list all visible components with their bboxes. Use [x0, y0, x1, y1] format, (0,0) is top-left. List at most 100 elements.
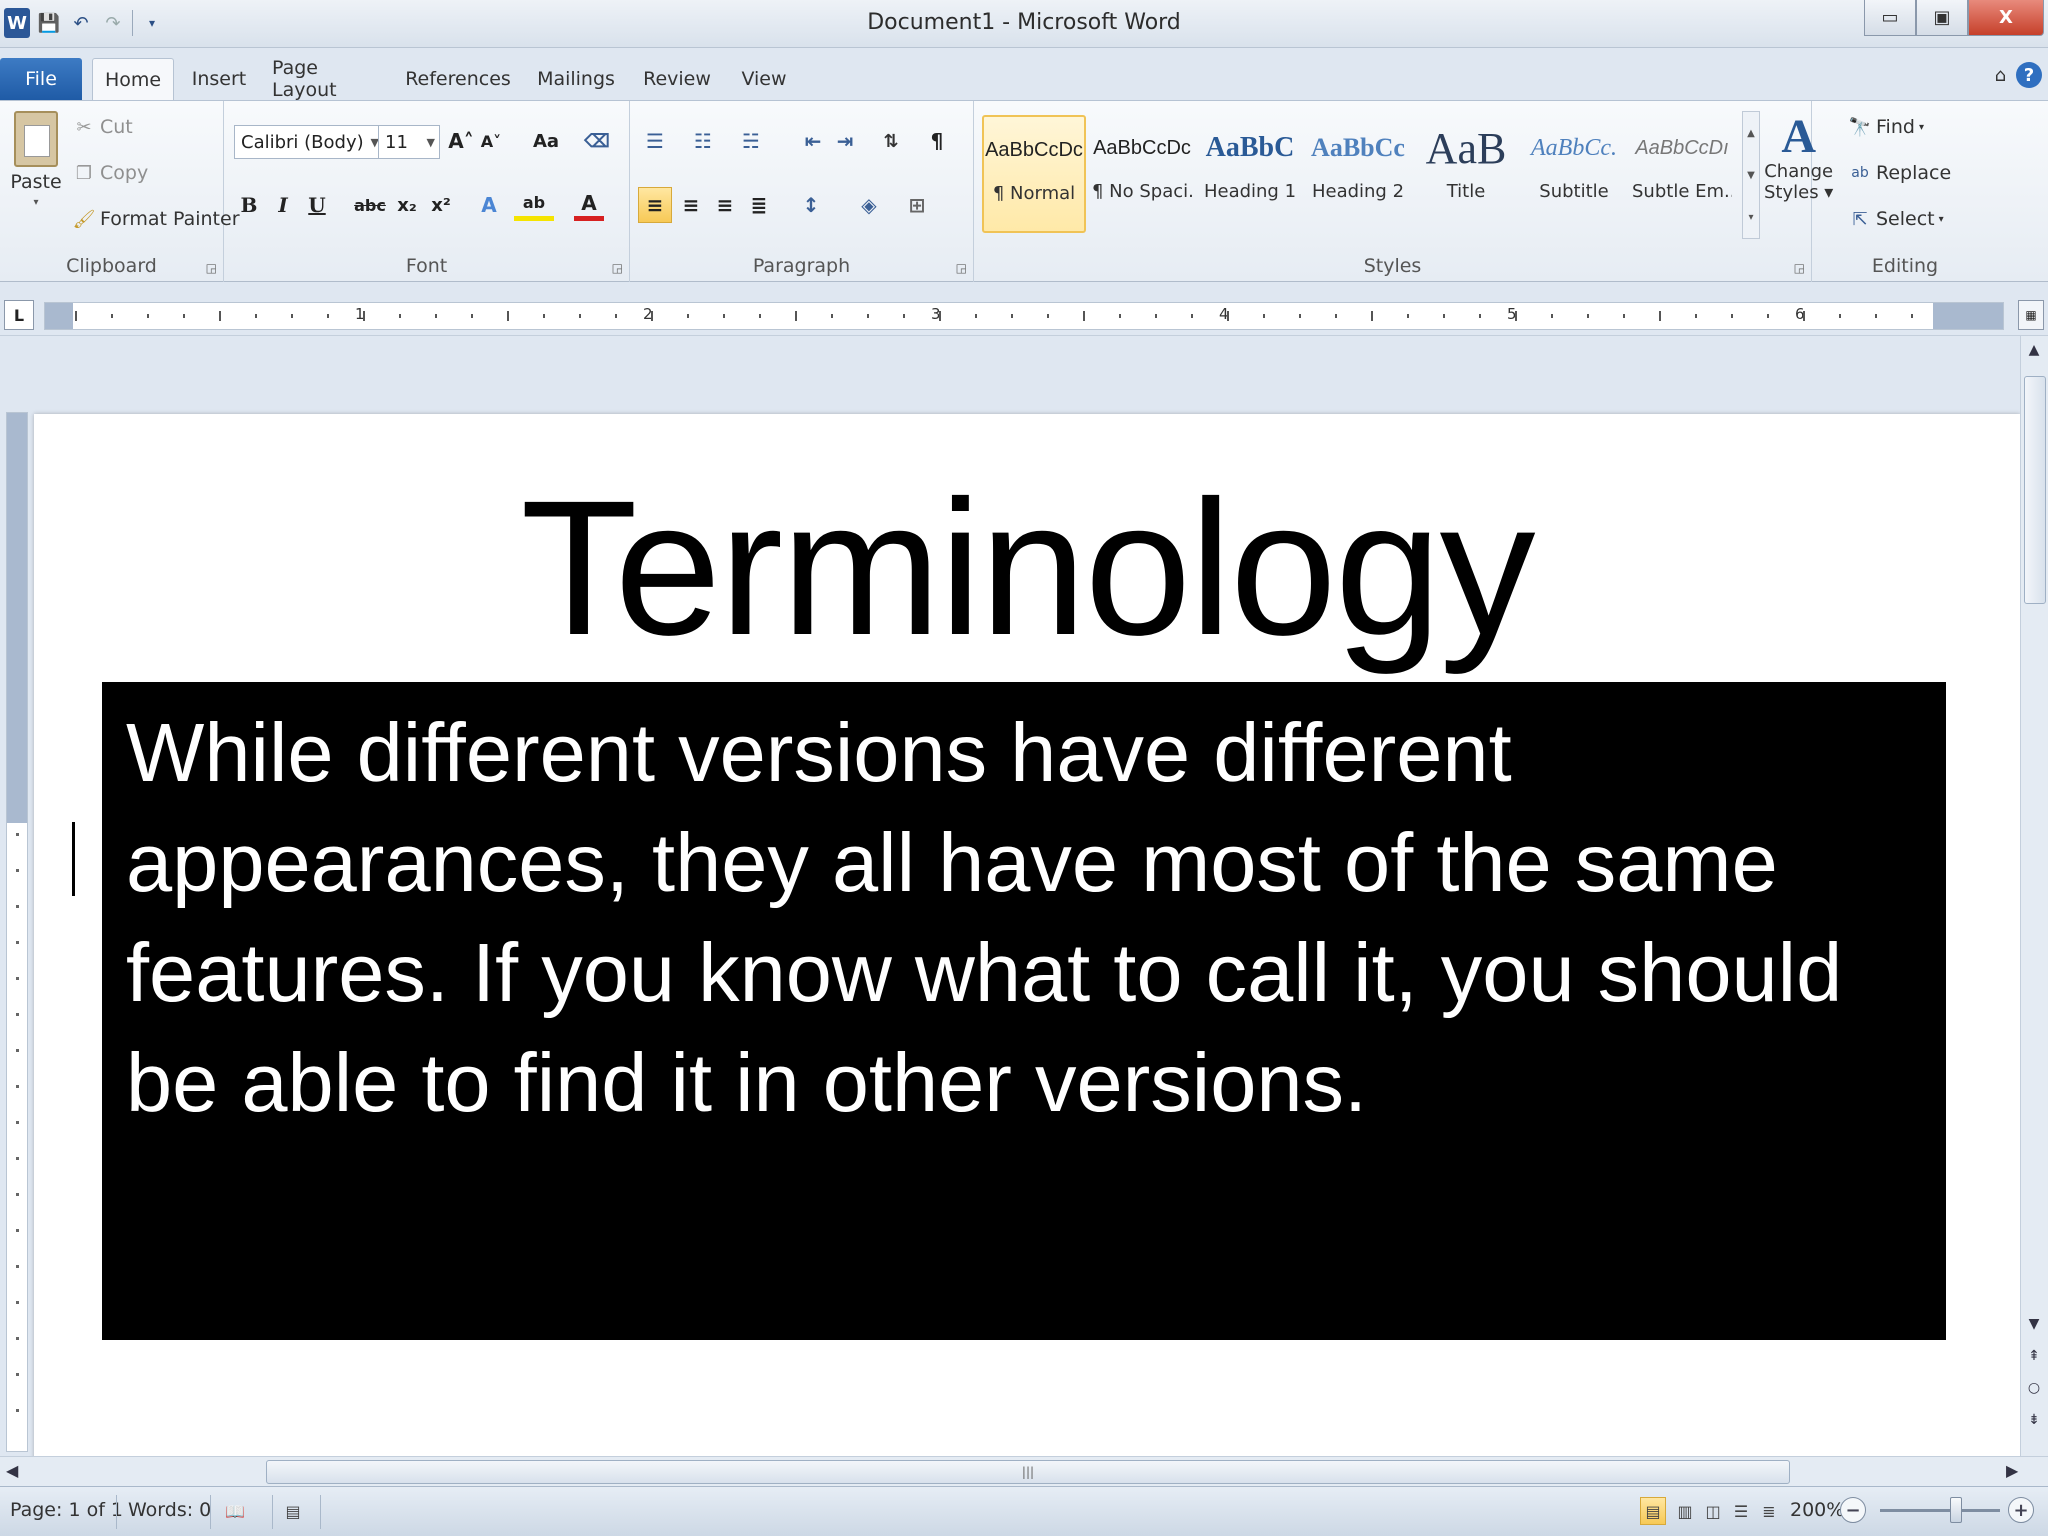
draft-view-icon[interactable]: ≣ — [1756, 1497, 1782, 1525]
style-normal[interactable]: AaBbCcDc ¶ Normal — [982, 115, 1086, 233]
font-name-combo[interactable]: Calibri (Body) ▼ — [234, 125, 384, 159]
grow-font-button[interactable]: A˄ — [446, 125, 476, 157]
shading-icon[interactable]: ◈ — [854, 189, 884, 221]
close-button[interactable]: X — [1968, 0, 2044, 36]
italic-button[interactable]: I — [268, 189, 298, 221]
select-icon: ⇱ — [1852, 208, 1868, 230]
document-body-text[interactable]: While different versions have different … — [126, 698, 1922, 1138]
superscript-button[interactable]: x² — [426, 189, 456, 221]
word-count[interactable]: Words: 0 — [128, 1499, 211, 1521]
style-gallery-scroll[interactable]: ▲ ▼ ▾ — [1742, 111, 1760, 239]
cut-button[interactable]: ✂ Cut — [72, 115, 132, 139]
document-title[interactable]: Terminology — [34, 472, 2020, 664]
proofing-icon[interactable]: 📖 — [222, 1497, 248, 1525]
strikethrough-button[interactable]: abc — [352, 189, 388, 221]
zoom-slider-thumb[interactable] — [1950, 1497, 1962, 1523]
tab-home[interactable]: Home — [92, 58, 174, 100]
macro-record-icon[interactable]: ▤ — [280, 1497, 306, 1525]
tab-references[interactable]: References — [404, 58, 512, 100]
full-screen-reading-icon[interactable]: ▥ — [1672, 1497, 1698, 1525]
zoom-in-button[interactable]: + — [2008, 1497, 2034, 1523]
zoom-level[interactable]: 200% — [1790, 1499, 1844, 1521]
change-styles-button[interactable]: A Change Styles ▾ — [1764, 113, 1833, 204]
zoom-slider-track[interactable] — [1880, 1509, 2000, 1512]
align-left-icon[interactable]: ≡ — [638, 187, 672, 223]
document-text-box[interactable]: While different versions have different … — [102, 682, 1946, 1340]
vertical-scrollbar[interactable]: ▲ ▼ ⇞ ○ ⇟ — [2020, 336, 2048, 1456]
borders-icon[interactable]: ⊞ — [902, 189, 932, 221]
copy-button[interactable]: ❐ Copy — [72, 161, 148, 185]
next-page-icon[interactable]: ⇟ — [2021, 1412, 2047, 1428]
tab-file[interactable]: File — [0, 58, 82, 100]
select-button[interactable]: ⇱ Select ▾ — [1848, 207, 1943, 231]
horizontal-scrollbar[interactable]: ◀ ||| ▶ — [0, 1456, 2048, 1486]
increase-indent-icon[interactable]: ⇥ — [830, 125, 860, 157]
chevron-up-icon[interactable]: ▲ — [1747, 128, 1755, 139]
left-margin-area — [45, 303, 73, 329]
outline-view-icon[interactable]: ☰ — [1728, 1497, 1754, 1525]
format-painter-button[interactable]: 🖌 Format Painter — [72, 207, 240, 231]
scroll-down-icon[interactable]: ▼ — [2021, 1316, 2047, 1332]
web-layout-icon[interactable]: ◫ — [1700, 1497, 1726, 1525]
replace-button[interactable]: ab Replace — [1848, 161, 1951, 185]
page-count[interactable]: Page: 1 of 1 — [10, 1499, 123, 1521]
sort-icon[interactable]: ⇅ — [876, 125, 906, 157]
zoom-out-button[interactable]: − — [1840, 1497, 1866, 1523]
clear-formatting-icon[interactable]: ⌫ — [582, 125, 612, 157]
help-icon[interactable]: ? — [2016, 62, 2042, 88]
shrink-font-button[interactable]: A˅ — [476, 125, 506, 157]
tab-review[interactable]: Review — [640, 58, 714, 100]
tab-selector[interactable]: L — [4, 300, 34, 330]
underline-button[interactable]: U — [302, 189, 332, 221]
style-no-spacing[interactable]: AaBbCcDc ¶ No Spaci... — [1090, 115, 1194, 233]
scroll-right-icon[interactable]: ▶ — [2006, 1461, 2018, 1480]
numbering-icon[interactable]: ☷ — [688, 125, 718, 157]
document-page[interactable]: Terminology While different versions hav… — [34, 414, 2020, 1456]
font-color-button[interactable]: A — [574, 189, 604, 221]
scroll-up-icon[interactable]: ▲ — [2021, 342, 2047, 358]
show-marks-button[interactable]: ¶ — [922, 125, 952, 157]
style-subtle-emphasis[interactable]: AaBbCcDı Subtle Em... — [1630, 115, 1734, 233]
bold-button[interactable]: B — [234, 189, 264, 221]
justify-icon[interactable]: ≣ — [744, 189, 774, 221]
bullets-icon[interactable]: ☰ — [640, 125, 670, 157]
align-center-icon[interactable]: ≡ — [676, 189, 706, 221]
find-button[interactable]: 🔭 Find ▾ — [1848, 115, 1924, 139]
subscript-button[interactable]: x₂ — [392, 189, 422, 221]
change-case-button[interactable]: Aa — [526, 125, 566, 157]
vertical-scroll-thumb[interactable] — [2024, 376, 2046, 604]
style-subtitle[interactable]: AaBbCc. Subtitle — [1522, 115, 1626, 233]
line-spacing-icon[interactable]: ↕ — [796, 189, 826, 221]
horizontal-scroll-thumb[interactable]: ||| — [266, 1460, 1790, 1484]
paste-button[interactable]: Paste ▾ — [10, 111, 62, 208]
tab-page-layout[interactable]: Page Layout — [272, 57, 384, 101]
horizontal-ruler[interactable]: 1 2 3 4 5 6 — [44, 302, 2004, 330]
print-layout-view-icon[interactable]: ▤ — [1640, 1497, 1666, 1525]
styles-launcher-icon[interactable]: ◲ — [1794, 261, 1805, 275]
restore-button[interactable]: ▣ — [1916, 0, 1968, 36]
minimize-ribbon-icon[interactable]: ⌂ — [1995, 65, 2006, 86]
style-heading-1[interactable]: AaBbC Heading 1 — [1198, 115, 1302, 233]
decrease-indent-icon[interactable]: ⇤ — [798, 125, 828, 157]
tab-mailings[interactable]: Mailings — [530, 58, 622, 100]
clipboard-launcher-icon[interactable]: ◲ — [206, 261, 217, 275]
more-styles-icon[interactable]: ▾ — [1748, 212, 1753, 223]
vertical-ruler[interactable] — [6, 412, 28, 1452]
style-heading-2[interactable]: AaBbCc Heading 2 — [1306, 115, 1410, 233]
text-effects-icon[interactable]: A — [474, 189, 504, 221]
view-ruler-icon[interactable]: ▦ — [2018, 300, 2044, 330]
scroll-left-icon[interactable]: ◀ — [6, 1461, 18, 1480]
align-right-icon[interactable]: ≡ — [710, 189, 740, 221]
font-size-combo[interactable]: 11 ▼ — [378, 125, 440, 159]
minimize-button[interactable]: ▭ — [1864, 0, 1916, 36]
tab-view[interactable]: View — [736, 58, 792, 100]
paragraph-launcher-icon[interactable]: ◲ — [956, 261, 967, 275]
browse-object-icon[interactable]: ○ — [2021, 1380, 2047, 1396]
tab-insert[interactable]: Insert — [186, 58, 252, 100]
highlight-button[interactable]: ab — [514, 189, 554, 221]
multilevel-list-icon[interactable]: ☵ — [736, 125, 766, 157]
style-title[interactable]: AaB Title — [1414, 115, 1518, 233]
previous-page-icon[interactable]: ⇞ — [2021, 1348, 2047, 1364]
font-launcher-icon[interactable]: ◲ — [612, 261, 623, 275]
chevron-down-icon[interactable]: ▼ — [1747, 170, 1755, 181]
